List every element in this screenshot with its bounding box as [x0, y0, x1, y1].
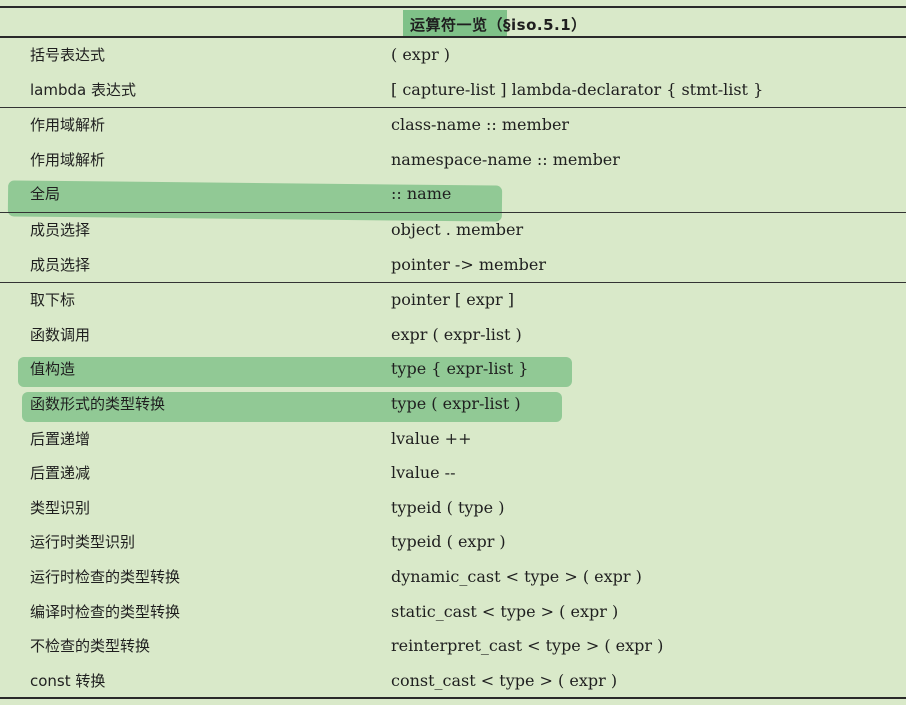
- operator-name: 运行时类型识别: [30, 533, 136, 552]
- operator-name: 函数形式的类型转换: [30, 394, 166, 413]
- operator-syntax: type ( expr-list ): [391, 393, 521, 413]
- operator-syntax: pointer -> member: [391, 254, 546, 274]
- table-row: 函数形式的类型转换 type ( expr-list ): [0, 387, 906, 422]
- operator-syntax: const_cast < type > ( expr ): [391, 670, 618, 690]
- table-row: 取下标 pointer [ expr ]: [0, 282, 906, 318]
- operator-syntax: lvalue --: [391, 463, 456, 483]
- operator-syntax: ( expr ): [391, 45, 451, 64]
- table-row: lambda 表达式 [ capture-list ] lambda-decla…: [0, 73, 906, 108]
- table-title: 运算符一览（§iso.5.1）: [410, 16, 587, 34]
- operator-name: 类型识别: [30, 498, 91, 517]
- operator-name: 不检查的类型转换: [30, 637, 151, 656]
- operator-name: 后置递减: [30, 464, 91, 483]
- operator-name: 取下标: [30, 291, 76, 310]
- operator-syntax: class-name :: member: [391, 115, 570, 135]
- operator-name: 作用域解析: [30, 150, 106, 169]
- table-row: 运行时检查的类型转换 dynamic_cast < type > ( expr …: [0, 560, 906, 595]
- operator-name: lambda 表达式: [30, 80, 136, 99]
- operator-name: 括号表达式: [30, 46, 106, 64]
- operator-name: 值构造: [30, 360, 76, 379]
- operator-syntax: reinterpret_cast < type > ( expr ): [391, 636, 664, 656]
- operator-syntax: lvalue ++: [391, 428, 472, 448]
- table-row: 值构造 type { expr-list }: [0, 352, 906, 387]
- operator-name: 编译时检查的类型转换: [30, 602, 181, 621]
- table-row: 作用域解析 namespace-name :: member: [0, 143, 906, 178]
- table-row: 不检查的类型转换 reinterpret_cast < type > ( exp…: [0, 629, 906, 664]
- operator-syntax: static_cast < type > ( expr ): [391, 601, 619, 621]
- table-header: 运算符一览（§iso.5.1）: [0, 6, 906, 38]
- operator-syntax: type { expr-list }: [391, 359, 529, 379]
- operator-syntax: :: name: [391, 184, 452, 204]
- operator-syntax: pointer [ expr ]: [391, 290, 514, 310]
- operator-name: 全局: [30, 185, 61, 204]
- operator-name: 运行时检查的类型转换: [30, 567, 181, 586]
- operator-table: 运算符一览（§iso.5.1） 括号表达式 ( expr ) lambda 表达…: [0, 6, 906, 698]
- table-row: 编译时检查的类型转换 static_cast < type > ( expr ): [0, 595, 906, 630]
- table-row: 运行时类型识别 typeid ( expr ): [0, 525, 906, 560]
- operator-syntax: dynamic_cast < type > ( expr ): [391, 566, 642, 586]
- operator-syntax: typeid ( expr ): [391, 532, 506, 552]
- table-row: 括号表达式 ( expr ): [0, 38, 906, 73]
- operator-name: const 转换: [30, 671, 106, 690]
- operator-name: 作用域解析: [30, 116, 106, 135]
- operator-syntax: typeid ( type ): [391, 497, 505, 517]
- operator-syntax: namespace-name :: member: [391, 149, 620, 169]
- table-row: 后置递减 lvalue --: [0, 456, 906, 491]
- operator-name: 成员选择: [30, 255, 91, 274]
- table-row: 作用域解析 class-name :: member: [0, 107, 906, 143]
- table-row: const 转换 const_cast < type > ( expr ): [0, 664, 906, 699]
- table-row: 成员选择 pointer -> member: [0, 248, 906, 283]
- table-row: 类型识别 typeid ( type ): [0, 491, 906, 526]
- table-bottom-rule: [0, 697, 906, 699]
- operator-name: 成员选择: [30, 220, 91, 239]
- table-row: 后置递增 lvalue ++: [0, 422, 906, 457]
- operator-syntax: object . member: [391, 219, 524, 239]
- operator-name: 后置递增: [30, 429, 91, 448]
- operator-syntax: [ capture-list ] lambda-declarator { stm…: [391, 79, 764, 99]
- operator-syntax: expr ( expr-list ): [391, 324, 522, 344]
- table-row: 全局 :: name: [0, 177, 906, 212]
- table-row: 函数调用 expr ( expr-list ): [0, 318, 906, 353]
- operator-name: 函数调用: [30, 325, 91, 344]
- table-row: 成员选择 object . member: [0, 211, 906, 248]
